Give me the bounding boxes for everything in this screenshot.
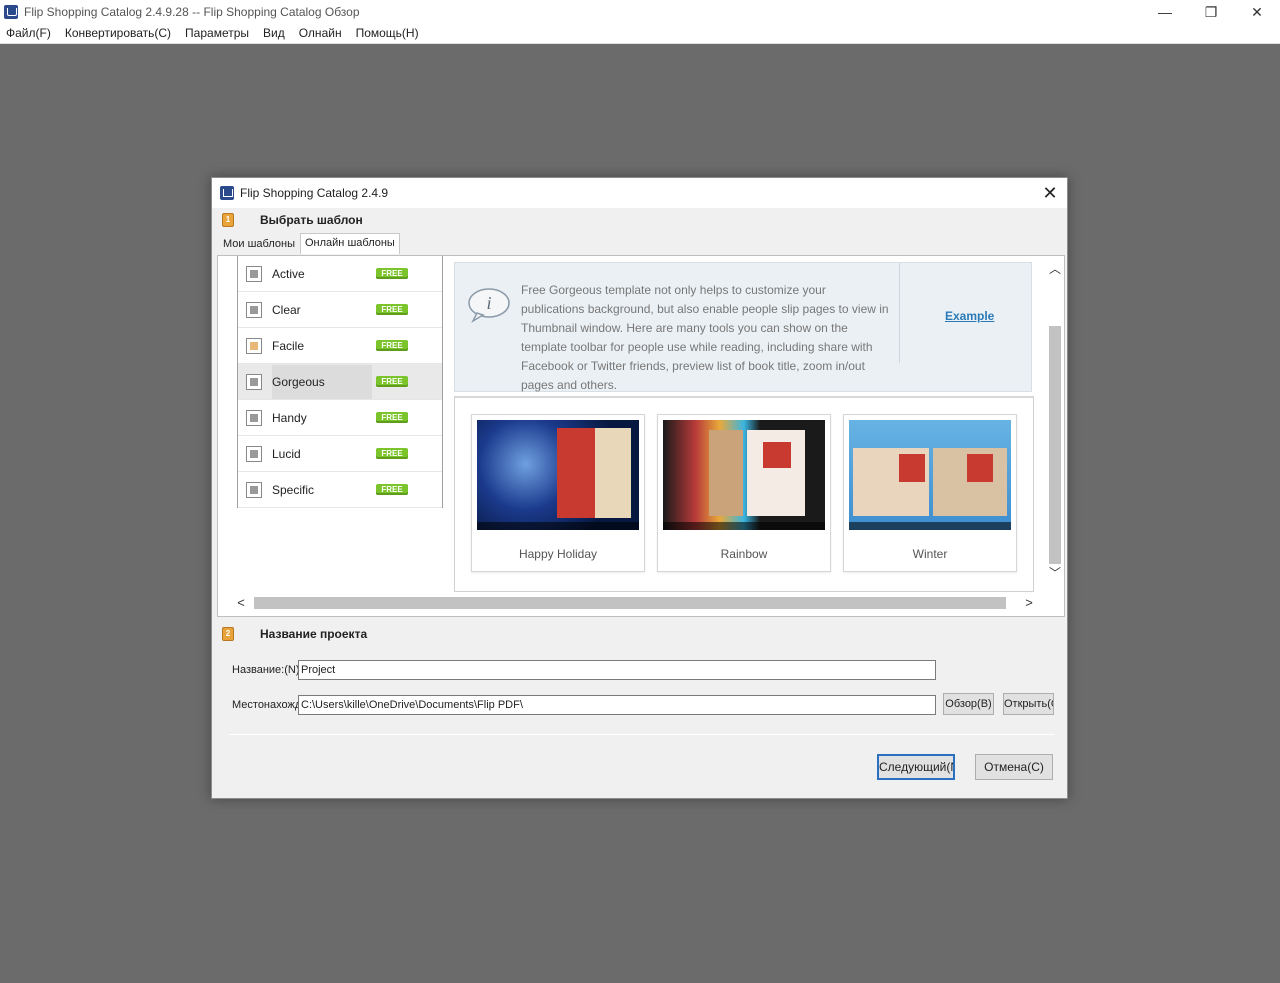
template-item-lucid[interactable]: Lucid FREE (238, 436, 442, 472)
tab-my-templates[interactable]: Мои шаблоны (218, 234, 300, 254)
cancel-button[interactable]: Отмена(C) (975, 754, 1053, 780)
location-input[interactable] (298, 695, 936, 715)
theme-preview-image (663, 420, 825, 530)
browse-button[interactable]: Обзор(B) (943, 693, 994, 715)
step2-header: 2 Название проекта (222, 627, 367, 641)
template-name: Lucid (272, 446, 301, 461)
project-name-label: Название:(N) (232, 664, 298, 676)
menu-view[interactable]: Вид (263, 26, 285, 40)
template-list: Active FREE Clear FREE Facile FREE Gorge… (237, 256, 443, 508)
template-name: Handy (272, 410, 307, 425)
free-badge: FREE (376, 448, 408, 459)
step2-badge: 2 (222, 627, 234, 641)
theme-card-happy-holiday[interactable]: Happy Holiday (471, 414, 645, 572)
template-icon (246, 409, 262, 426)
menu-online[interactable]: Олнайн (299, 26, 342, 40)
theme-card-winter[interactable]: Winter (843, 414, 1017, 572)
horizontal-scrollbar[interactable]: < > (232, 594, 1038, 612)
theme-name: Winter (912, 547, 948, 561)
template-item-handy[interactable]: Handy FREE (238, 400, 442, 436)
close-window-button[interactable]: ✕ (1234, 0, 1280, 24)
dialog-titlebar: Flip Shopping Catalog 2.4.9 ✕ (212, 178, 1067, 208)
menu-file[interactable]: Файл(F) (6, 26, 51, 40)
theme-thumbnails: Happy Holiday Rainbow Winter (454, 396, 1034, 592)
free-badge: FREE (376, 484, 408, 495)
minimize-button[interactable]: — (1142, 0, 1188, 24)
template-item-specific[interactable]: Specific FREE (238, 472, 442, 508)
template-dialog: Flip Shopping Catalog 2.4.9 ✕ 1 Выбрать … (211, 177, 1068, 799)
menu-settings[interactable]: Параметры (185, 26, 249, 40)
theme-name: Rainbow (720, 547, 768, 561)
window-controls: — ❐ ✕ (1142, 0, 1280, 24)
template-name: Clear (272, 302, 301, 317)
svg-text:i: i (486, 293, 491, 313)
project-name-input[interactable] (298, 660, 936, 680)
horizontal-scroll-thumb[interactable] (254, 597, 1006, 609)
template-description: Free Gorgeous template not only helps to… (521, 283, 889, 392)
free-badge: FREE (376, 340, 408, 351)
app-cart-icon (4, 5, 18, 19)
step2-label: Название проекта (260, 627, 368, 641)
location-row: Местонахождение (232, 695, 936, 715)
template-icon (246, 445, 262, 462)
location-label: Местонахождение (232, 699, 298, 711)
free-badge: FREE (376, 304, 408, 315)
step1-badge: 1 (222, 213, 234, 227)
menu-bar: Файл(F) Конвертировать(C) Параметры Вид … (0, 24, 1280, 42)
maximize-button[interactable]: ❐ (1188, 0, 1234, 24)
menu-convert[interactable]: Конвертировать(C) (65, 26, 171, 40)
window-title: Flip Shopping Catalog 2.4.9.28 -- Flip S… (24, 5, 360, 19)
template-icon (246, 481, 262, 498)
step1-header: 1 Выбрать шаблон (222, 213, 363, 227)
scroll-up-icon[interactable]: ︿ (1046, 260, 1064, 278)
app-cart-icon (220, 186, 234, 200)
free-badge: FREE (376, 412, 408, 423)
vertical-scrollbar[interactable]: ︿ ﹀ (1046, 260, 1064, 590)
template-info-box: i Free Gorgeous template not only helps … (454, 262, 1032, 392)
theme-card-rainbow[interactable]: Rainbow (657, 414, 831, 572)
free-badge: FREE (376, 268, 408, 279)
template-item-facile[interactable]: Facile FREE (238, 328, 442, 364)
theme-preview-image (477, 420, 639, 530)
step1-label: Выбрать шаблон (260, 213, 363, 227)
tab-online-templates[interactable]: Онлайн шаблоны (300, 233, 400, 254)
example-link[interactable]: Example (945, 309, 994, 323)
template-gold-icon (246, 337, 262, 354)
scroll-down-icon[interactable]: ﹀ (1046, 564, 1064, 582)
theme-preview-image (849, 420, 1011, 530)
vertical-scroll-thumb[interactable] (1049, 326, 1061, 564)
template-icon (246, 301, 262, 318)
template-name: Gorgeous (272, 364, 372, 399)
next-button[interactable]: Следующий(N) (877, 754, 955, 780)
theme-name: Happy Holiday (518, 547, 598, 561)
scroll-left-icon[interactable]: < (232, 594, 250, 612)
template-panel: Active FREE Clear FREE Facile FREE Gorge… (217, 255, 1065, 617)
open-folder-button[interactable]: Открыть(O) (1003, 693, 1054, 715)
scroll-right-icon[interactable]: > (1020, 594, 1038, 612)
template-name: Specific (272, 482, 315, 497)
menu-help[interactable]: Помощь(H) (356, 26, 419, 40)
template-name: Facile (272, 338, 305, 353)
template-icon (246, 373, 262, 390)
info-bubble-icon: i (468, 288, 510, 323)
dialog-separator (229, 734, 1054, 735)
info-divider (899, 263, 900, 363)
dialog-close-button[interactable]: ✕ (1039, 182, 1061, 204)
free-badge: FREE (376, 376, 408, 387)
template-item-clear[interactable]: Clear FREE (238, 292, 442, 328)
template-name: Active (272, 266, 305, 281)
template-icon (246, 265, 262, 282)
main-titlebar: Flip Shopping Catalog 2.4.9.28 -- Flip S… (0, 0, 1280, 24)
project-name-row: Название:(N) (232, 660, 936, 680)
dialog-title: Flip Shopping Catalog 2.4.9 (240, 186, 389, 200)
template-item-gorgeous[interactable]: Gorgeous FREE (238, 364, 442, 400)
template-item-active[interactable]: Active FREE (238, 256, 442, 292)
template-tabs: Мои шаблоны Онлайн шаблоны (218, 233, 400, 254)
